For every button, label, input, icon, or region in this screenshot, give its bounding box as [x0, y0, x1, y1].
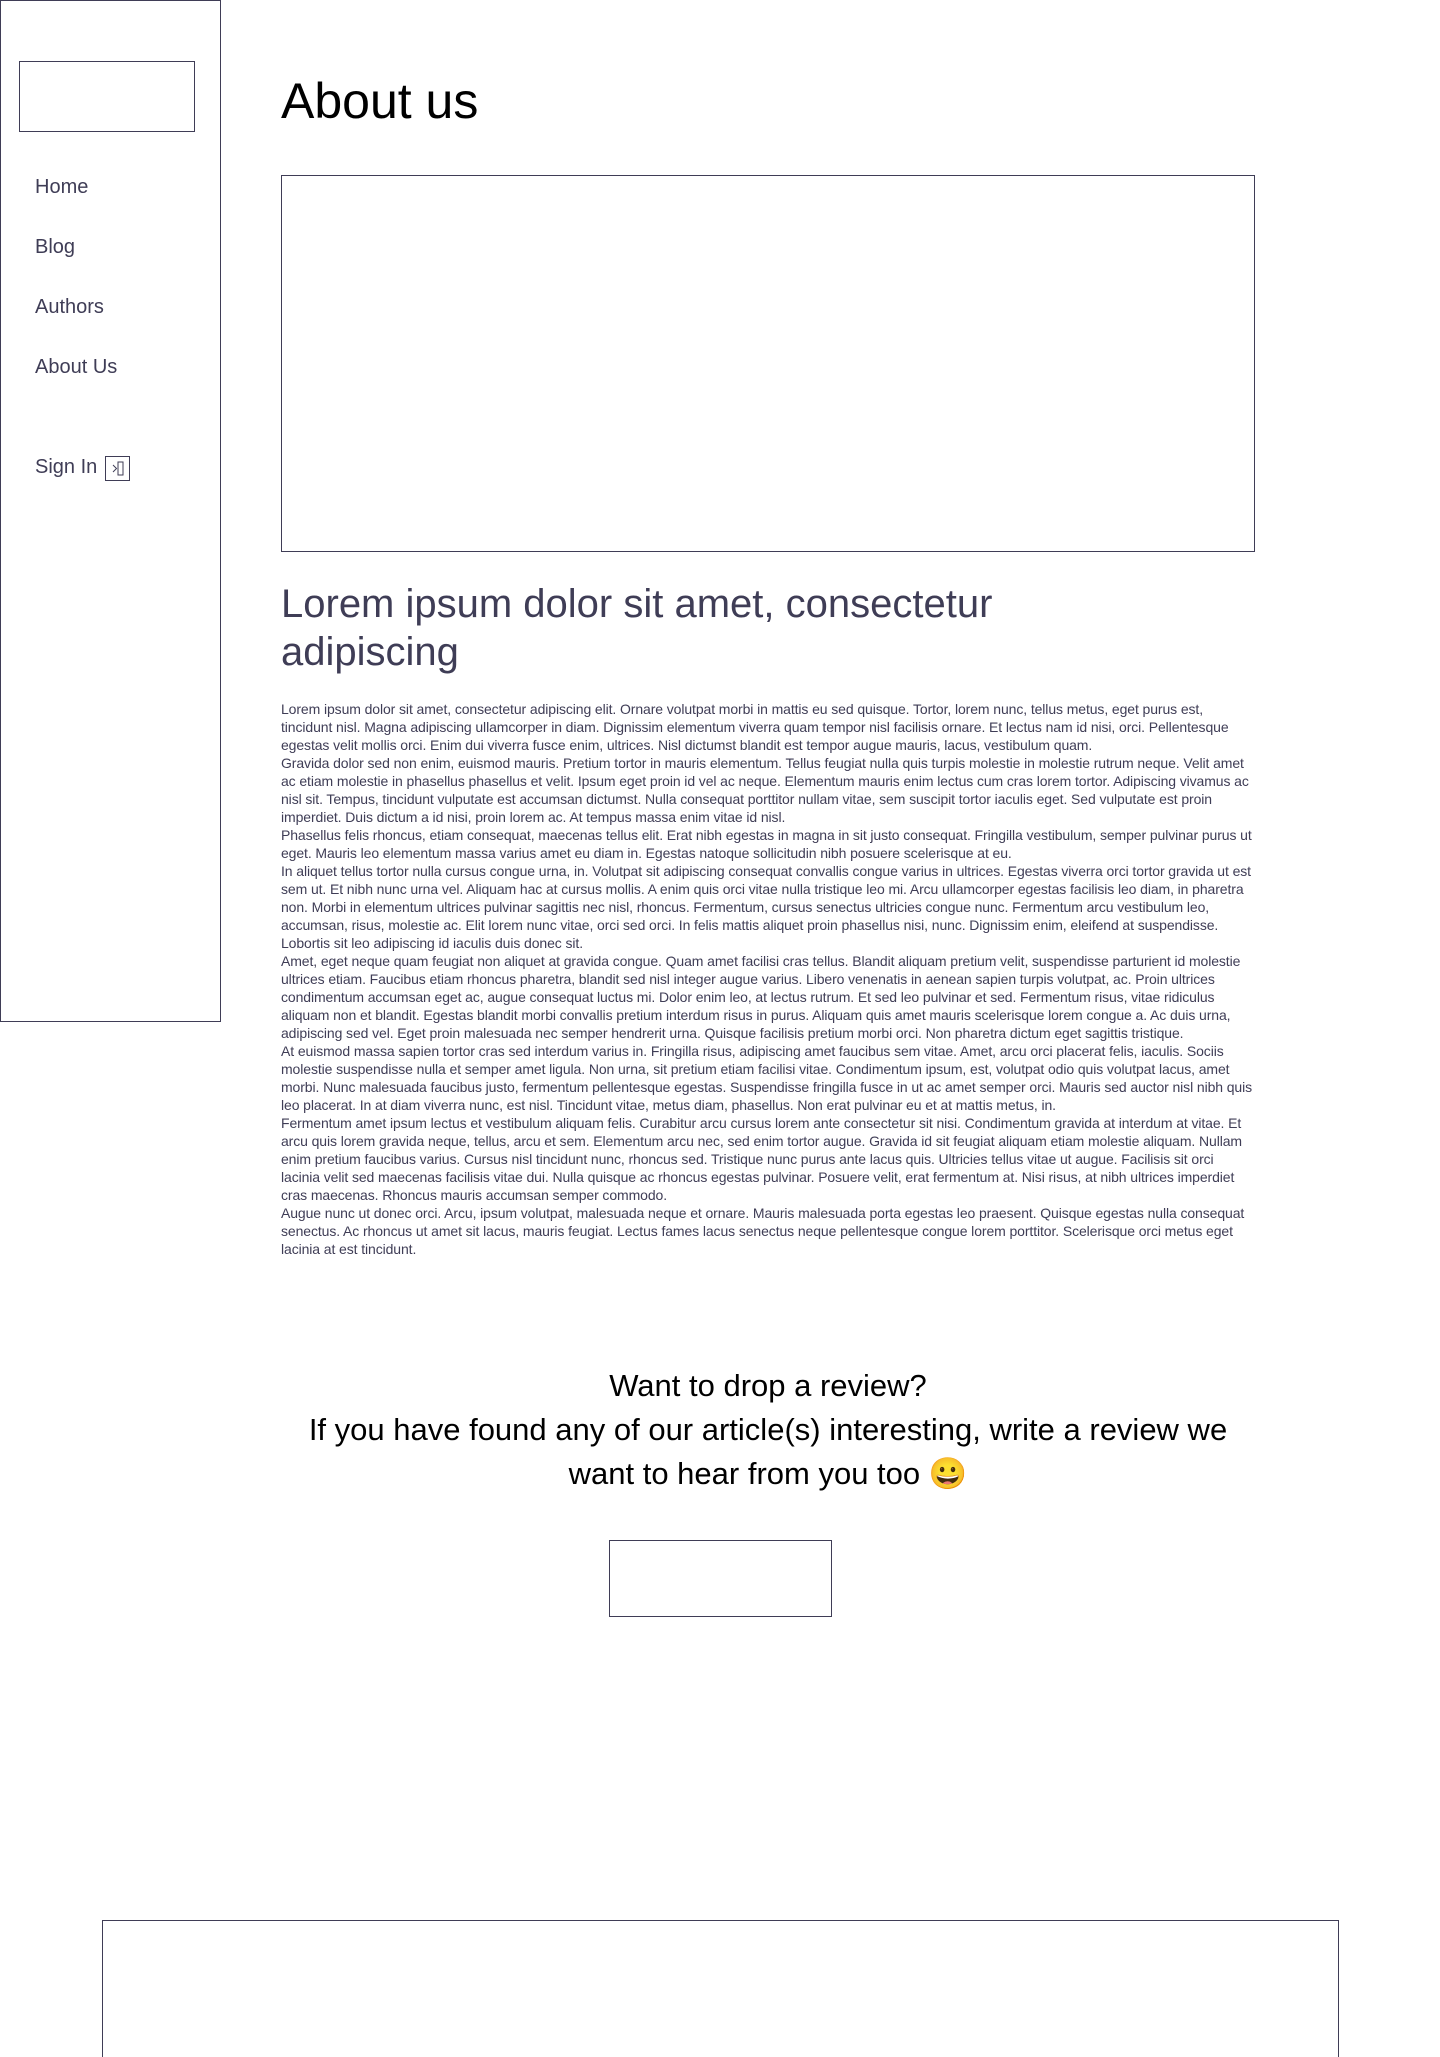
article-paragraph: At euismod massa sapien tortor cras sed … — [281, 1043, 1253, 1113]
nav-item-home[interactable]: Home — [35, 175, 88, 199]
nav-item-about-us[interactable]: About Us — [35, 355, 117, 379]
article-heading: Lorem ipsum dolor sit amet, consectetur … — [281, 582, 993, 674]
write-review-button[interactable] — [609, 1540, 832, 1617]
sign-in-label: Sign In — [35, 455, 98, 478]
footer — [102, 1920, 1339, 2057]
nav-item-authors[interactable]: Authors — [35, 295, 104, 319]
sidebar: Home Blog Authors About Us Sign In — [0, 0, 221, 1022]
article-paragraph: Gravida dolor sed non enim, euismod maur… — [281, 755, 1249, 825]
review-question: Want to drop a review? — [609, 1368, 927, 1403]
article-paragraph: Phasellus felis rhoncus, etiam consequat… — [281, 827, 1252, 861]
article-paragraph: Amet, eget neque quam feugiat non alique… — [281, 953, 1241, 1041]
article-paragraph: In aliquet tellus tortor nulla cursus co… — [281, 863, 1251, 951]
page: Home Blog Authors About Us Sign In About… — [0, 0, 1440, 2057]
article-paragraph: Augue nunc ut donec orci. Arcu, ipsum vo… — [281, 1205, 1245, 1257]
sign-in-link[interactable]: Sign In — [35, 452, 131, 481]
article-paragraph: Lorem ipsum dolor sit amet, consectetur … — [281, 701, 1229, 753]
logo-placeholder[interactable] — [19, 61, 195, 132]
arrow-right-box-icon[interactable] — [105, 456, 131, 481]
review-prompt: Want to drop a review? If you have found… — [281, 1364, 1255, 1496]
hero-image-placeholder — [281, 175, 1255, 552]
review-invitation: If you have found any of our article(s) … — [308, 1412, 1228, 1491]
article-paragraph: Fermentum amet ipsum lectus et vestibulu… — [281, 1115, 1242, 1203]
page-title: About us — [281, 73, 479, 129]
article-body: Lorem ipsum dolor sit amet, consectetur … — [281, 700, 1255, 1258]
nav-item-blog[interactable]: Blog — [35, 235, 75, 259]
